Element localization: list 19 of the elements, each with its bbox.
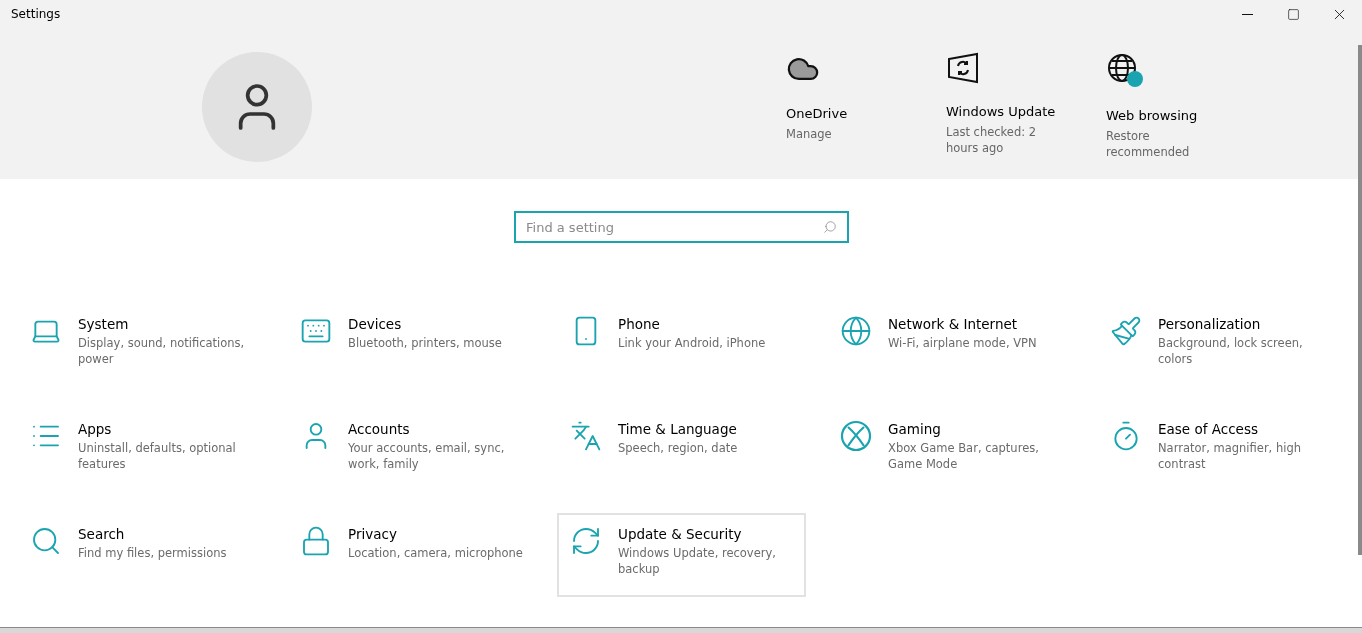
paintbrush-icon — [1110, 315, 1142, 347]
globe-icon — [840, 315, 872, 347]
languages-icon — [570, 420, 602, 452]
globe-icon — [1106, 52, 1144, 88]
minimize-icon — [1241, 13, 1253, 15]
window-title: Settings — [11, 7, 61, 21]
shortcut-button[interactable]: Web browsing Restore recommended — [1106, 52, 1266, 179]
category-tile[interactable]: Update & Security Windows Update, recovery, backup — [557, 513, 806, 597]
search-field[interactable]: Find a setting — [514, 211, 849, 243]
search-icon — [823, 220, 837, 234]
maximize-icon — [1286, 7, 1300, 21]
shortcut-button[interactable]: OneDrive Manage — [786, 52, 946, 179]
refresh-icon — [570, 525, 602, 557]
scrollbar-thumb[interactable] — [1358, 45, 1362, 555]
xbox-logo-icon — [840, 420, 872, 452]
refresh-window-icon — [946, 52, 980, 84]
lock-icon — [300, 525, 332, 557]
search-icon — [30, 525, 62, 557]
shortcut-button[interactable]: Windows Update Last checked: 2 hours ago — [946, 52, 1106, 179]
